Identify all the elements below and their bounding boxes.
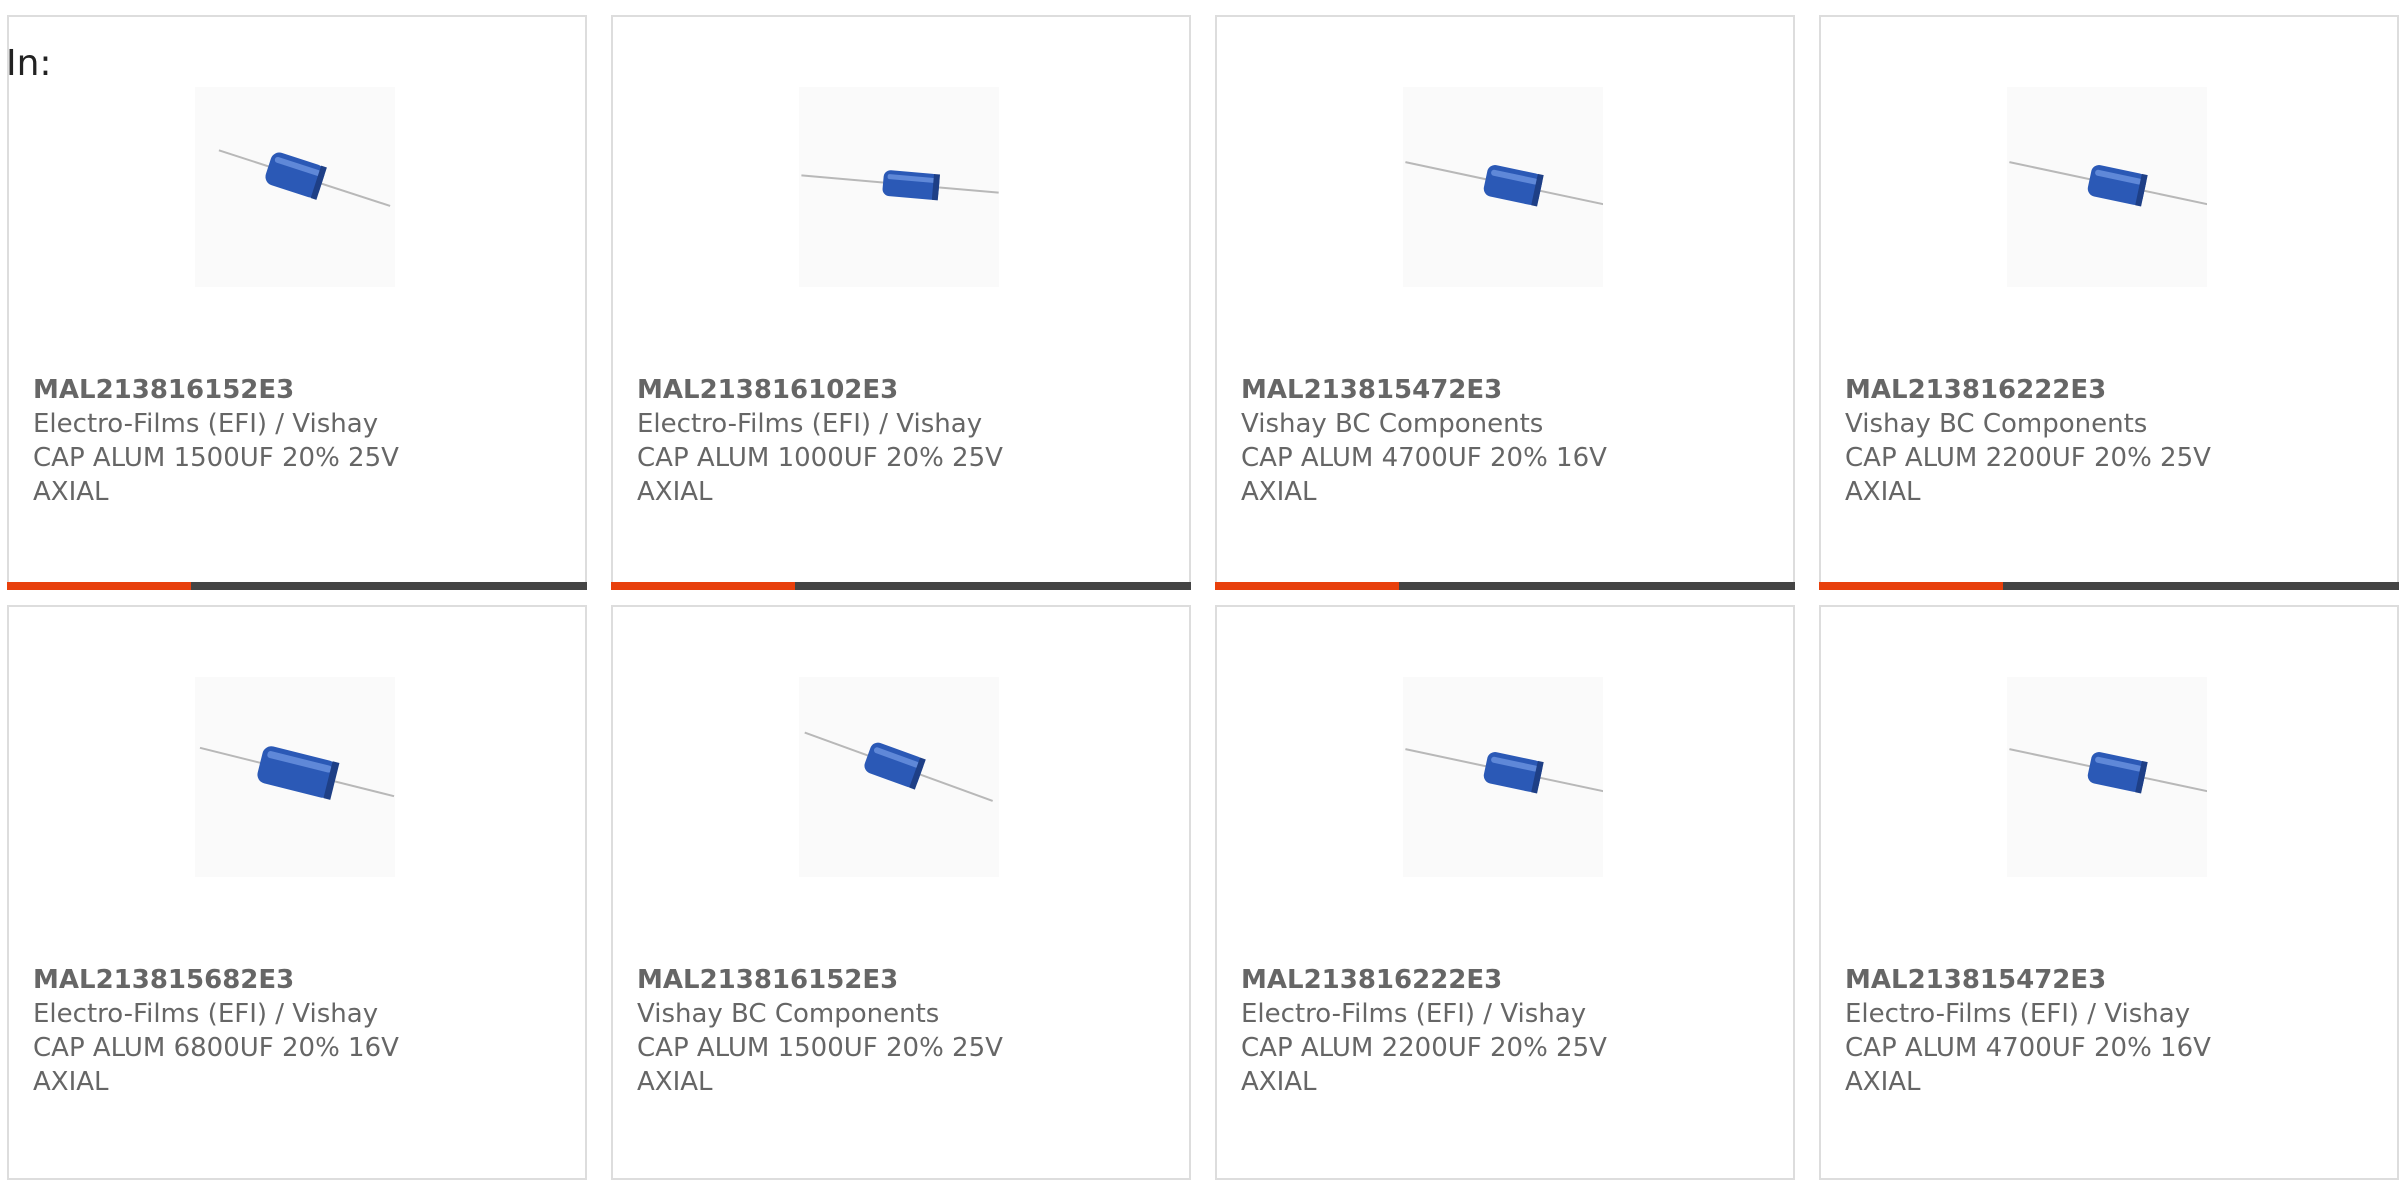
description: CAP ALUM 2200UF 20% 25V	[1241, 1033, 1607, 1063]
part-number[interactable]: MAL213816222E3	[1241, 963, 1607, 997]
product-card[interactable]: MAL213816102E3 Electro-Films (EFI) / Vis…	[611, 15, 1191, 590]
card-accent-bar	[1819, 582, 2399, 590]
axial-capacitor-icon	[1405, 161, 1603, 207]
manufacturer: Vishay BC Components	[637, 999, 940, 1029]
product-card[interactable]: MAL213816222E3 Electro-Films (EFI) / Vis…	[1215, 605, 1795, 1180]
axial-capacitor-icon	[199, 746, 395, 800]
axial-capacitor-icon	[218, 149, 391, 207]
package: AXIAL	[1241, 1067, 1317, 1097]
part-number[interactable]: MAL213815472E3	[1241, 373, 1607, 407]
description: CAP ALUM 4700UF 20% 16V	[1241, 443, 1607, 473]
product-card[interactable]: MAL213816152E3 Vishay BC Components CAP …	[611, 605, 1191, 1180]
description: CAP ALUM 1500UF 20% 25V	[33, 443, 399, 473]
card-accent-bar	[1215, 582, 1795, 590]
description: CAP ALUM 1000UF 20% 25V	[637, 443, 1003, 473]
card-accent-bar	[7, 582, 587, 590]
product-card[interactable]: MAL213816222E3 Vishay BC Components CAP …	[1819, 15, 2399, 590]
product-card[interactable]: MAL213815682E3 Electro-Films (EFI) / Vis…	[7, 605, 587, 1180]
card-accent-bar	[611, 582, 1191, 590]
product-card[interactable]: MAL213816152E3 Electro-Films (EFI) / Vis…	[7, 15, 587, 590]
package: AXIAL	[33, 477, 109, 507]
manufacturer: Electro-Films (EFI) / Vishay	[33, 409, 379, 439]
package: AXIAL	[1241, 477, 1317, 507]
product-image[interactable]	[799, 677, 999, 877]
axial-capacitor-icon	[1405, 748, 1603, 794]
axial-capacitor-icon	[2009, 748, 2207, 794]
description: CAP ALUM 2200UF 20% 25V	[1845, 443, 2211, 473]
product-image[interactable]	[2007, 677, 2207, 877]
manufacturer: Electro-Films (EFI) / Vishay	[33, 999, 379, 1029]
package: AXIAL	[33, 1067, 109, 1097]
card-accent-segment	[611, 582, 795, 590]
package: AXIAL	[1845, 1067, 1921, 1097]
manufacturer: Vishay BC Components	[1845, 409, 2148, 439]
product-image[interactable]	[799, 87, 999, 287]
part-number[interactable]: MAL213815472E3	[1845, 963, 2211, 997]
axial-capacitor-icon	[801, 170, 999, 201]
description: CAP ALUM 4700UF 20% 16V	[1845, 1033, 2211, 1063]
card-accent-segment	[1819, 582, 2003, 590]
package: AXIAL	[637, 1067, 713, 1097]
manufacturer: Electro-Films (EFI) / Vishay	[1241, 999, 1587, 1029]
part-number[interactable]: MAL213816152E3	[33, 373, 399, 407]
product-card[interactable]: MAL213815472E3 Vishay BC Components CAP …	[1215, 15, 1795, 590]
part-number[interactable]: MAL213816152E3	[637, 963, 1003, 997]
product-image[interactable]	[1403, 677, 1603, 877]
description: CAP ALUM 1500UF 20% 25V	[637, 1033, 1003, 1063]
package: AXIAL	[637, 477, 713, 507]
manufacturer: Electro-Films (EFI) / Vishay	[1845, 999, 2191, 1029]
product-image[interactable]	[1403, 87, 1603, 287]
manufacturer: Electro-Films (EFI) / Vishay	[637, 409, 983, 439]
part-number[interactable]: MAL213816102E3	[637, 373, 1003, 407]
manufacturer: Vishay BC Components	[1241, 409, 1544, 439]
description: CAP ALUM 6800UF 20% 16V	[33, 1033, 399, 1063]
package: AXIAL	[1845, 477, 1921, 507]
product-card[interactable]: MAL213815472E3 Electro-Films (EFI) / Vis…	[1819, 605, 2399, 1180]
product-image[interactable]	[195, 87, 395, 287]
part-number[interactable]: MAL213815682E3	[33, 963, 399, 997]
card-accent-segment	[1215, 582, 1399, 590]
product-image[interactable]	[2007, 87, 2207, 287]
in-label: In:	[6, 43, 52, 84]
product-image[interactable]	[195, 677, 395, 877]
axial-capacitor-icon	[2009, 161, 2207, 207]
part-number[interactable]: MAL213816222E3	[1845, 373, 2211, 407]
card-accent-segment	[7, 582, 191, 590]
axial-capacitor-icon	[804, 731, 994, 802]
